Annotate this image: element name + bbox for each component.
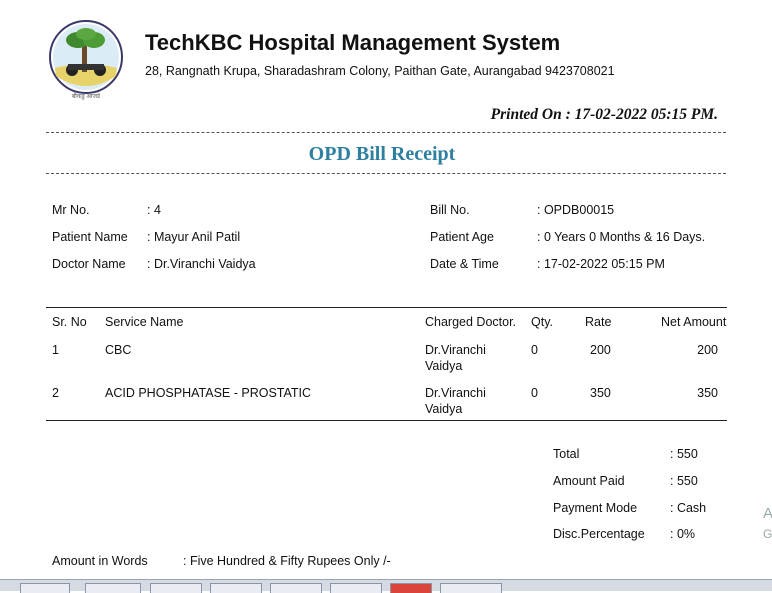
col-header-rate: Rate: [585, 315, 612, 329]
patient-name-value: : Mayur Anil Patil: [147, 230, 241, 244]
taskbar-button[interactable]: [150, 583, 202, 593]
amount-paid-value: : 550: [670, 474, 698, 488]
col-header-service: Service Name: [105, 315, 184, 329]
payment-mode-label: Payment Mode: [553, 501, 638, 515]
taskbar-button[interactable]: [270, 583, 322, 593]
taskbar-button[interactable]: [20, 583, 70, 593]
doctor-name-label: Doctor Name: [52, 257, 126, 271]
patient-age-label: Patient Age: [430, 230, 494, 244]
row-doctor-line2: Vaidya: [425, 359, 463, 373]
bill-no-value: : OPDB00015: [537, 203, 615, 217]
bill-no-label: Bill No.: [430, 203, 470, 217]
row-doctor-line1: Dr.Viranchi: [425, 386, 486, 400]
patient-name-label: Patient Name: [52, 230, 128, 244]
edge-text-1: A: [763, 505, 772, 522]
row-service: CBC: [105, 343, 132, 357]
col-header-sr: Sr. No: [52, 315, 87, 329]
row-sr: 1: [52, 343, 59, 357]
table-bottom-border: [46, 420, 727, 421]
taskbar-button[interactable]: [330, 583, 382, 593]
hospital-logo: बीकडु आजडे: [46, 20, 126, 100]
total-label: Total: [553, 447, 580, 461]
col-header-doctor: Charged Doctor.: [425, 315, 517, 329]
row-rate: 200: [590, 343, 611, 357]
patient-age-value: : 0 Years 0 Months & 16 Days.: [537, 230, 706, 244]
divider-dashed-bottom: [46, 173, 726, 174]
table-top-border: [46, 307, 727, 308]
hospital-title: TechKBC Hospital Management System: [145, 30, 561, 55]
taskbar-button[interactable]: [85, 583, 141, 593]
doctor-name-value: : Dr.Viranchi Vaidya: [147, 257, 256, 271]
receipt-title: OPD Bill Receipt: [308, 143, 456, 165]
mr-no-label: Mr No.: [52, 203, 90, 217]
mr-no-value: : 4: [147, 203, 161, 217]
col-header-net: Net Amount: [661, 315, 727, 329]
logo-caption: बीकडु आजडे: [72, 92, 101, 100]
hospital-address: 28, Rangnath Krupa, Sharadashram Colony,…: [145, 64, 615, 78]
total-value: : 550: [670, 447, 698, 461]
taskbar-button[interactable]: [390, 583, 432, 593]
divider-dashed-top: [46, 132, 726, 133]
amount-paid-label: Amount Paid: [553, 474, 625, 488]
amount-words-value: : Five Hundred & Fifty Rupees Only /-: [183, 554, 391, 568]
edge-text-2: G: [763, 527, 772, 541]
date-time-label: Date & Time: [430, 257, 499, 271]
row-rate: 350: [590, 386, 611, 400]
row-doctor-line2: Vaidya: [425, 402, 463, 416]
row-qty: 0: [531, 386, 538, 400]
amount-words-label: Amount in Words: [52, 554, 148, 568]
row-net: 200: [697, 343, 718, 357]
payment-mode-value: : Cash: [670, 501, 707, 515]
row-service: ACID PHOSPHATASE - PROSTATIC: [105, 386, 312, 400]
row-doctor-line1: Dr.Viranchi: [425, 343, 486, 357]
taskbar-button[interactable]: [210, 583, 262, 593]
printed-on: Printed On : 17-02-2022 05:15 PM.: [490, 106, 718, 123]
row-net: 350: [697, 386, 718, 400]
disc-percentage-value: : 0%: [670, 527, 696, 541]
taskbar-button[interactable]: [440, 583, 502, 593]
row-qty: 0: [531, 343, 538, 357]
col-header-qty: Qty.: [531, 315, 553, 329]
disc-percentage-label: Disc.Percentage: [553, 527, 645, 541]
date-time-value: : 17-02-2022 05:15 PM: [537, 257, 665, 271]
taskbar[interactable]: [0, 579, 772, 593]
row-sr: 2: [52, 386, 59, 400]
